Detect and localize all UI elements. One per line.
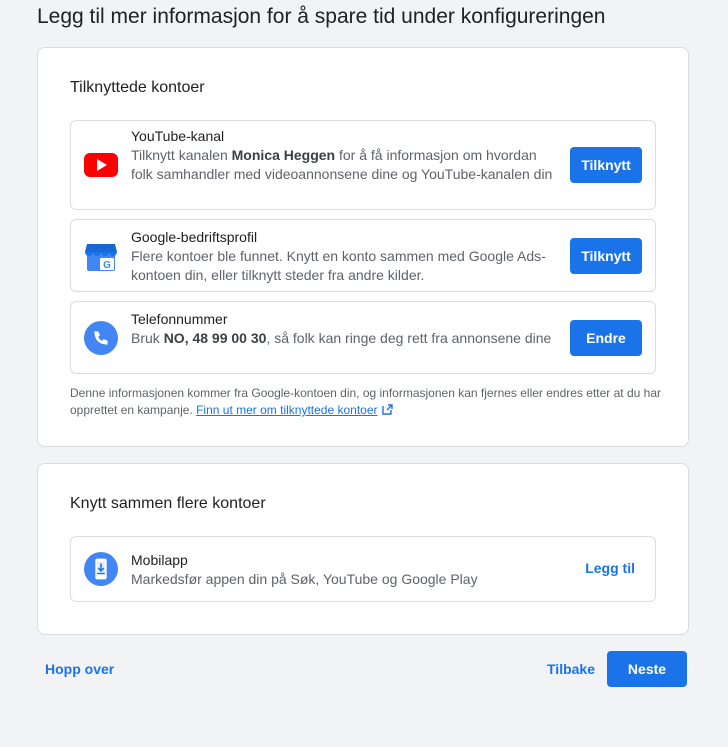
phone-number-value: NO, 48 99 00 30 xyxy=(163,330,267,346)
learn-more-link[interactable]: Finn ut mer om tilknyttede kontoer xyxy=(196,403,377,417)
svg-text:G: G xyxy=(103,260,111,271)
more-accounts-card: Knytt sammen flere kontoer Mobilapp Mark… xyxy=(37,463,689,635)
phone-number-row: Telefonnummer Bruk NO, 48 99 00 30, så f… xyxy=(70,301,656,374)
mobile-app-title: Mobilapp xyxy=(131,552,188,568)
mobile-app-row: Mobilapp Markedsfør appen din på Søk, Yo… xyxy=(70,536,656,602)
phone-number-description: Bruk NO, 48 99 00 30, så folk kan ringe … xyxy=(131,330,552,346)
mobile-app-description: Markedsfør appen din på Søk, YouTube og … xyxy=(131,571,478,587)
page-title: Legg til mer informasjon for å spare tid… xyxy=(37,5,606,28)
youtube-channel-title: YouTube-kanal xyxy=(131,128,225,144)
skip-button[interactable]: Hopp over xyxy=(45,661,114,677)
linked-accounts-card: Tilknyttede kontoer YouTube-kanal Tilkny… xyxy=(37,47,689,447)
youtube-channel-row: YouTube-kanal Tilknytt kanalen Monica He… xyxy=(70,120,656,210)
add-mobile-app-button[interactable]: Legg til xyxy=(585,560,635,576)
change-phone-button[interactable]: Endre xyxy=(570,320,642,356)
mobile-app-icon xyxy=(84,552,118,586)
back-button[interactable]: Tilbake xyxy=(547,661,595,677)
youtube-icon xyxy=(84,148,118,182)
channel-name: Monica Heggen xyxy=(231,147,336,163)
business-profile-row: G Google-bedriftsprofil Flere kontoer bl… xyxy=(70,219,656,292)
linked-accounts-title: Tilknyttede kontoer xyxy=(70,79,205,96)
phone-icon xyxy=(84,321,118,355)
business-profile-title: Google-bedriftsprofil xyxy=(131,229,258,245)
linked-accounts-footnote: Denne informasjonen kommer fra Google-ko… xyxy=(70,385,662,420)
external-link-icon xyxy=(381,403,393,420)
phone-number-title: Telefonnummer xyxy=(131,311,228,327)
business-profile-description: Flere kontoer ble funnet. Knytt en konto… xyxy=(131,248,546,283)
next-button[interactable]: Neste xyxy=(607,651,687,687)
link-youtube-button[interactable]: Tilknytt xyxy=(570,147,642,183)
google-business-profile-icon: G xyxy=(84,239,118,273)
more-accounts-title: Knytt sammen flere kontoer xyxy=(70,495,266,512)
youtube-channel-description: Tilknytt kanalen Monica Heggen for å få … xyxy=(131,147,553,182)
link-business-profile-button[interactable]: Tilknytt xyxy=(570,238,642,274)
